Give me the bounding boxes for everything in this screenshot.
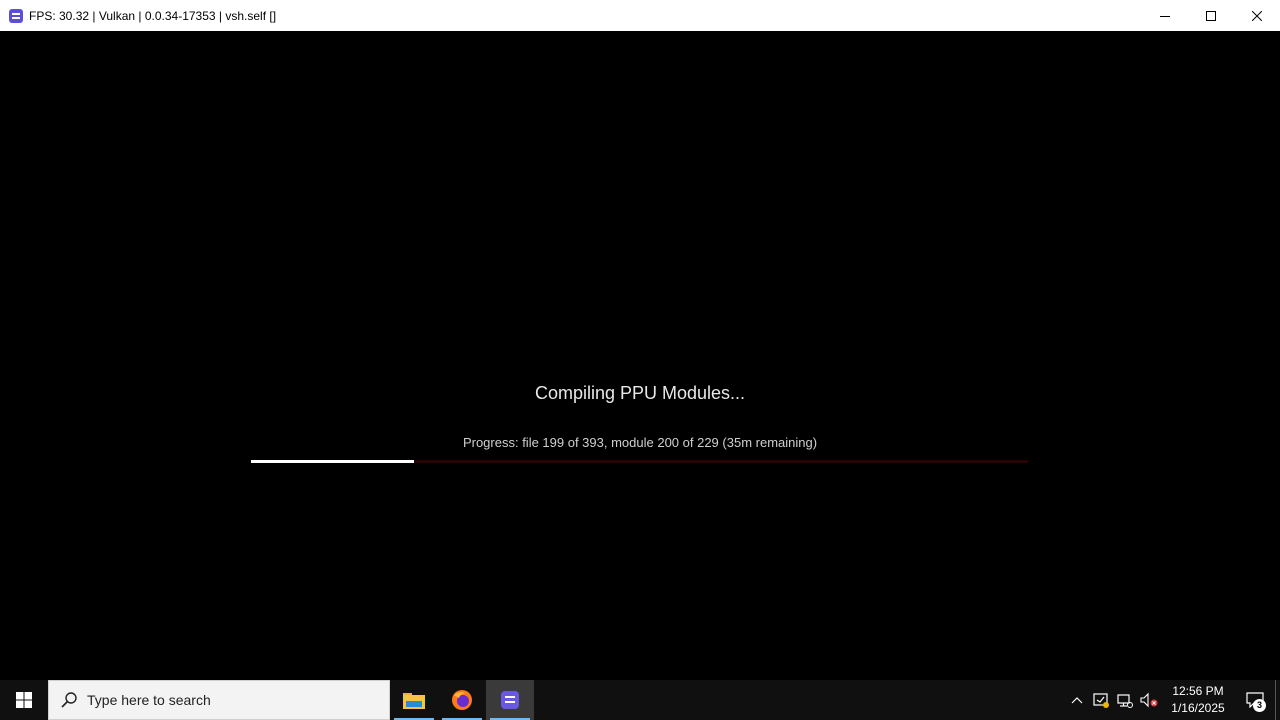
window-title-bar[interactable]: FPS: 30.32 | Vulkan | 0.0.34-17353 | vsh… xyxy=(0,0,1280,31)
clock-date: 1/16/2025 xyxy=(1171,701,1225,715)
system-tray: 12:56 PM 1/16/2025 3 xyxy=(1065,680,1280,720)
volume-muted-icon xyxy=(1140,692,1158,708)
notification-count-badge: 3 xyxy=(1253,699,1266,712)
maximize-button[interactable] xyxy=(1188,0,1234,31)
tray-volume-icon[interactable] xyxy=(1137,680,1161,720)
window-controls xyxy=(1142,0,1280,31)
app-icon xyxy=(9,8,23,23)
folder-icon xyxy=(403,693,425,709)
network-icon xyxy=(1117,694,1133,708)
taskbar-rpcs3[interactable] xyxy=(486,680,534,720)
taskbar-search-box[interactable]: Type here to search xyxy=(48,680,390,720)
game-viewport: Compiling PPU Modules... Progress: file … xyxy=(0,31,1280,680)
action-center-button[interactable]: 3 xyxy=(1235,680,1275,720)
search-icon xyxy=(61,692,77,708)
taskbar-firefox[interactable] xyxy=(438,680,486,720)
chevron-up-icon xyxy=(1071,697,1083,704)
search-placeholder: Type here to search xyxy=(87,692,211,708)
taskbar: Type here to search 12:56 PM 1/16/2025 3 xyxy=(0,680,1280,720)
progress-bar-fill xyxy=(251,460,414,463)
taskbar-file-explorer[interactable] xyxy=(390,680,438,720)
clock-time: 12:56 PM xyxy=(1172,684,1224,698)
close-icon xyxy=(1252,10,1262,21)
rpcs3-icon xyxy=(501,691,519,709)
windows-logo-icon xyxy=(16,692,32,708)
minimize-button[interactable] xyxy=(1142,0,1188,31)
show-desktop-button[interactable] xyxy=(1275,680,1280,720)
close-button[interactable] xyxy=(1234,0,1280,31)
firefox-icon xyxy=(452,690,472,710)
taskbar-clock[interactable]: 12:56 PM 1/16/2025 xyxy=(1161,683,1235,717)
progress-bar xyxy=(251,460,1028,463)
maximize-icon xyxy=(1206,10,1216,21)
tray-network-icon[interactable] xyxy=(1113,680,1137,720)
window-title: FPS: 30.32 | Vulkan | 0.0.34-17353 | vsh… xyxy=(29,8,277,23)
security-icon xyxy=(1093,693,1109,708)
minimize-icon xyxy=(1160,15,1170,17)
compile-heading: Compiling PPU Modules... xyxy=(534,383,746,403)
show-hidden-icons-button[interactable] xyxy=(1065,680,1089,720)
progress-status-text: Progress: file 199 of 393, module 200 of… xyxy=(462,435,818,450)
tray-security-icon[interactable] xyxy=(1089,680,1113,720)
start-button[interactable] xyxy=(0,680,48,720)
